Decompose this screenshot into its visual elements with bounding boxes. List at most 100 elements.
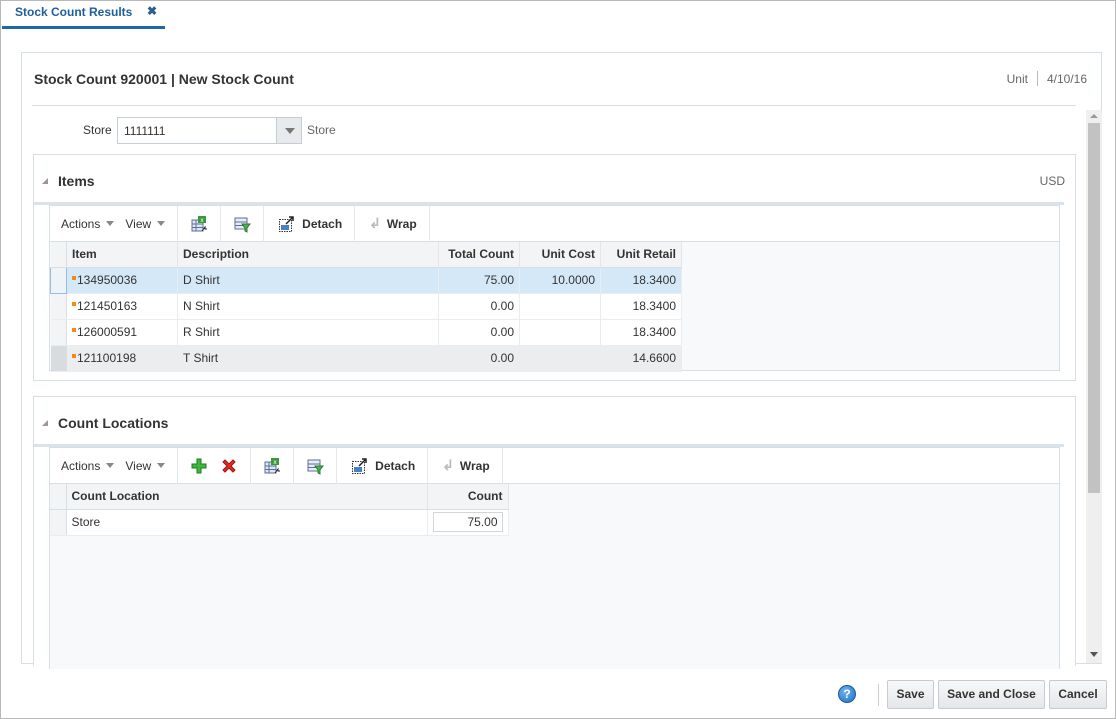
total-count-cell: 75.00 bbox=[438, 267, 520, 294]
column-header-total-count[interactable]: Total Count bbox=[438, 242, 520, 268]
toolbar-separator bbox=[220, 205, 222, 242]
column-header-item[interactable]: Item bbox=[66, 242, 178, 268]
chevron-down-icon[interactable] bbox=[276, 118, 301, 143]
unit-cost-cell: 10.0000 bbox=[519, 267, 601, 294]
close-icon[interactable]: ✖ bbox=[147, 4, 157, 18]
store-select[interactable]: 1111111 bbox=[117, 117, 302, 144]
items-table: Item Description Total Count Unit Cost U… bbox=[50, 242, 682, 372]
currency-label: USD bbox=[1039, 174, 1065, 188]
detach-button[interactable]: Detach bbox=[278, 215, 342, 233]
save-button[interactable]: Save bbox=[887, 680, 934, 709]
item-cell[interactable]: 126000591 bbox=[66, 319, 178, 346]
unit-retail-cell: 18.3400 bbox=[600, 319, 682, 346]
svg-text:x: x bbox=[273, 459, 277, 466]
items-table-header-row: Item Description Total Count Unit Cost U… bbox=[50, 242, 682, 268]
items-section-title: Items bbox=[58, 173, 95, 189]
vertical-scrollbar[interactable] bbox=[1086, 110, 1102, 663]
chevron-down-icon bbox=[106, 221, 115, 226]
count-locations-section-header[interactable]: Count Locations bbox=[42, 415, 168, 431]
actions-menu[interactable]: Actions bbox=[61, 217, 115, 231]
query-by-example-icon[interactable] bbox=[233, 215, 252, 233]
view-menu[interactable]: View bbox=[125, 458, 166, 473]
unit-retail-cell: 18.3400 bbox=[600, 293, 682, 320]
detach-button[interactable]: Detach bbox=[351, 457, 415, 475]
row-selector[interactable] bbox=[50, 345, 67, 372]
description-cell: D Shirt bbox=[177, 267, 439, 294]
help-icon[interactable]: ? bbox=[838, 685, 856, 703]
toolbar-separator bbox=[177, 447, 179, 484]
items-table-container: Actions View x Detach ↲ Wrap Item Descri… bbox=[49, 205, 1060, 372]
column-header-count-location[interactable]: Count Location bbox=[66, 484, 428, 510]
table-row[interactable]: 121450163 N Shirt 0.00 18.3400 bbox=[50, 293, 682, 320]
flag-icon bbox=[72, 276, 76, 280]
flag-icon bbox=[72, 328, 76, 332]
actions-menu[interactable]: Actions bbox=[61, 459, 115, 473]
delete-icon[interactable] bbox=[220, 457, 238, 475]
description-cell: N Shirt bbox=[177, 293, 439, 320]
unit-cost-cell bbox=[519, 293, 601, 320]
unit-cost-cell bbox=[519, 345, 601, 372]
column-header-description[interactable]: Description bbox=[177, 242, 439, 268]
row-selector[interactable] bbox=[50, 266, 67, 294]
scrollbar-thumb[interactable] bbox=[1088, 123, 1100, 493]
store-label: Store bbox=[83, 123, 112, 137]
title-divider bbox=[32, 105, 1076, 106]
item-cell[interactable]: 134950036 bbox=[66, 267, 178, 294]
view-label: View bbox=[125, 458, 152, 473]
wrap-button[interactable]: ↲ Wrap bbox=[369, 215, 417, 232]
row-header-corner bbox=[50, 242, 67, 268]
column-header-count[interactable]: Count bbox=[427, 484, 509, 510]
count-locations-header-row: Count Location Count bbox=[50, 484, 509, 510]
table-row[interactable]: Store 75.00 bbox=[50, 509, 509, 536]
toolbar-separator bbox=[427, 447, 429, 484]
detach-label: Detach bbox=[375, 458, 416, 473]
chevron-down-icon bbox=[157, 221, 166, 226]
row-selector[interactable] bbox=[50, 509, 67, 536]
table-row[interactable]: 121100198 T Shirt 0.00 14.6600 bbox=[50, 345, 682, 372]
toolbar-separator bbox=[354, 205, 356, 242]
add-icon[interactable] bbox=[190, 457, 208, 475]
row-selector[interactable] bbox=[50, 319, 67, 346]
count-locations-table: Count Location Count Store 75.00 bbox=[50, 484, 509, 536]
row-selector[interactable] bbox=[50, 293, 67, 320]
stock-count-panel: Stock Count 920001 | New Stock Count Uni… bbox=[21, 52, 1102, 669]
item-number: 134950036 bbox=[77, 273, 138, 287]
tab-label: Stock Count Results bbox=[15, 5, 133, 19]
export-to-excel-icon[interactable]: x bbox=[263, 457, 281, 475]
unit-retail-cell: 18.3400 bbox=[600, 267, 682, 294]
items-section-header[interactable]: Items bbox=[42, 173, 95, 189]
total-count-cell: 0.00 bbox=[438, 345, 520, 372]
query-by-example-icon[interactable] bbox=[306, 457, 325, 475]
count-input[interactable]: 75.00 bbox=[432, 512, 503, 532]
table-row[interactable]: 126000591 R Shirt 0.00 18.3400 bbox=[50, 319, 682, 346]
wrap-label: Wrap bbox=[386, 216, 417, 231]
detach-icon bbox=[351, 457, 369, 475]
count-locations-section: Count Locations Actions View x Detach ↲ … bbox=[33, 396, 1076, 669]
wrap-button[interactable]: ↲ Wrap bbox=[442, 457, 490, 474]
toolbar-separator bbox=[177, 205, 179, 242]
total-count-cell: 0.00 bbox=[438, 293, 520, 320]
detach-label: Detach bbox=[302, 216, 343, 231]
export-to-excel-icon[interactable]: x bbox=[190, 215, 208, 233]
cancel-button[interactable]: Cancel bbox=[1049, 680, 1107, 709]
header-separator bbox=[1036, 71, 1038, 86]
view-menu[interactable]: View bbox=[125, 217, 166, 231]
item-cell[interactable]: 121450163 bbox=[66, 293, 178, 320]
description-cell: T Shirt bbox=[177, 345, 439, 372]
scroll-up-icon[interactable] bbox=[1090, 114, 1098, 118]
item-cell[interactable]: 121100198 bbox=[66, 345, 178, 372]
collapse-icon[interactable] bbox=[42, 420, 48, 426]
save-and-close-button[interactable]: Save and Close bbox=[938, 680, 1045, 709]
flag-icon bbox=[72, 354, 76, 358]
table-row[interactable]: 134950036 D Shirt 75.00 10.0000 18.3400 bbox=[50, 266, 682, 294]
collapse-icon[interactable] bbox=[42, 178, 48, 184]
detach-icon bbox=[278, 215, 296, 233]
tab-stock-count-results[interactable]: Stock Count Results ✖ bbox=[2, 0, 165, 29]
column-header-unit-retail[interactable]: Unit Retail bbox=[600, 242, 682, 268]
store-value: 1111111 bbox=[124, 124, 166, 138]
item-number: 121450163 bbox=[77, 299, 138, 313]
tab-bar: Stock Count Results ✖ bbox=[0, 0, 1116, 30]
scroll-down-icon[interactable] bbox=[1090, 652, 1098, 657]
column-header-unit-cost[interactable]: Unit Cost bbox=[519, 242, 601, 268]
wrap-icon: ↲ bbox=[369, 215, 381, 231]
